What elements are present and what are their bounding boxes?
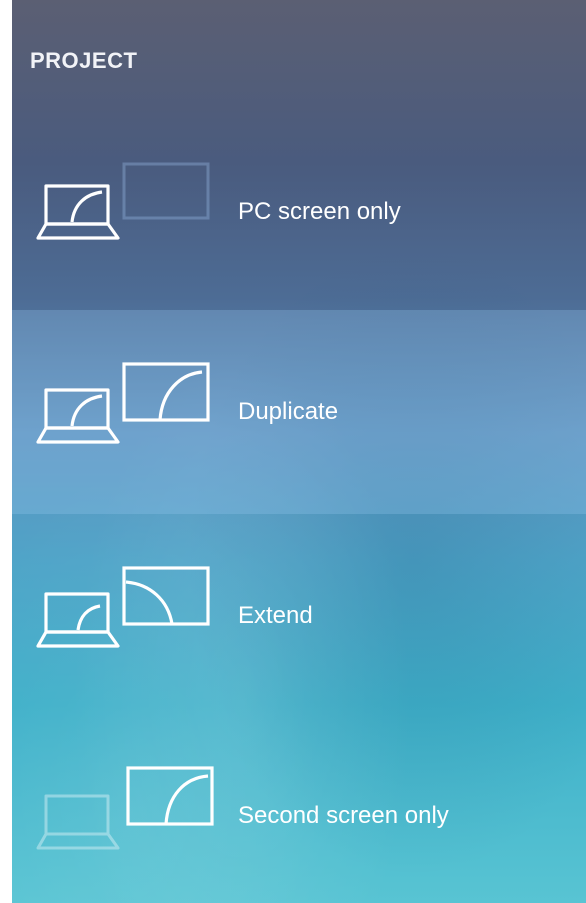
second-screen-only-icon xyxy=(36,766,214,850)
extend-icon xyxy=(36,566,210,648)
option-duplicate[interactable]: Duplicate xyxy=(12,310,586,514)
option-extend[interactable]: Extend xyxy=(12,514,586,718)
option-second-screen-only[interactable]: Second screen only xyxy=(12,714,586,903)
project-panel: PROJECT PC screen only Duplicate Extend … xyxy=(12,0,586,903)
option-label: Second screen only xyxy=(238,802,449,829)
option-label: Duplicate xyxy=(238,398,339,425)
duplicate-icon xyxy=(36,362,210,444)
option-label: Extend xyxy=(238,602,313,629)
option-pc-screen-only[interactable]: PC screen only xyxy=(12,110,586,314)
pc-screen-only-icon xyxy=(36,162,210,240)
option-label: PC screen only xyxy=(238,198,401,225)
panel-title: PROJECT xyxy=(30,48,138,73)
